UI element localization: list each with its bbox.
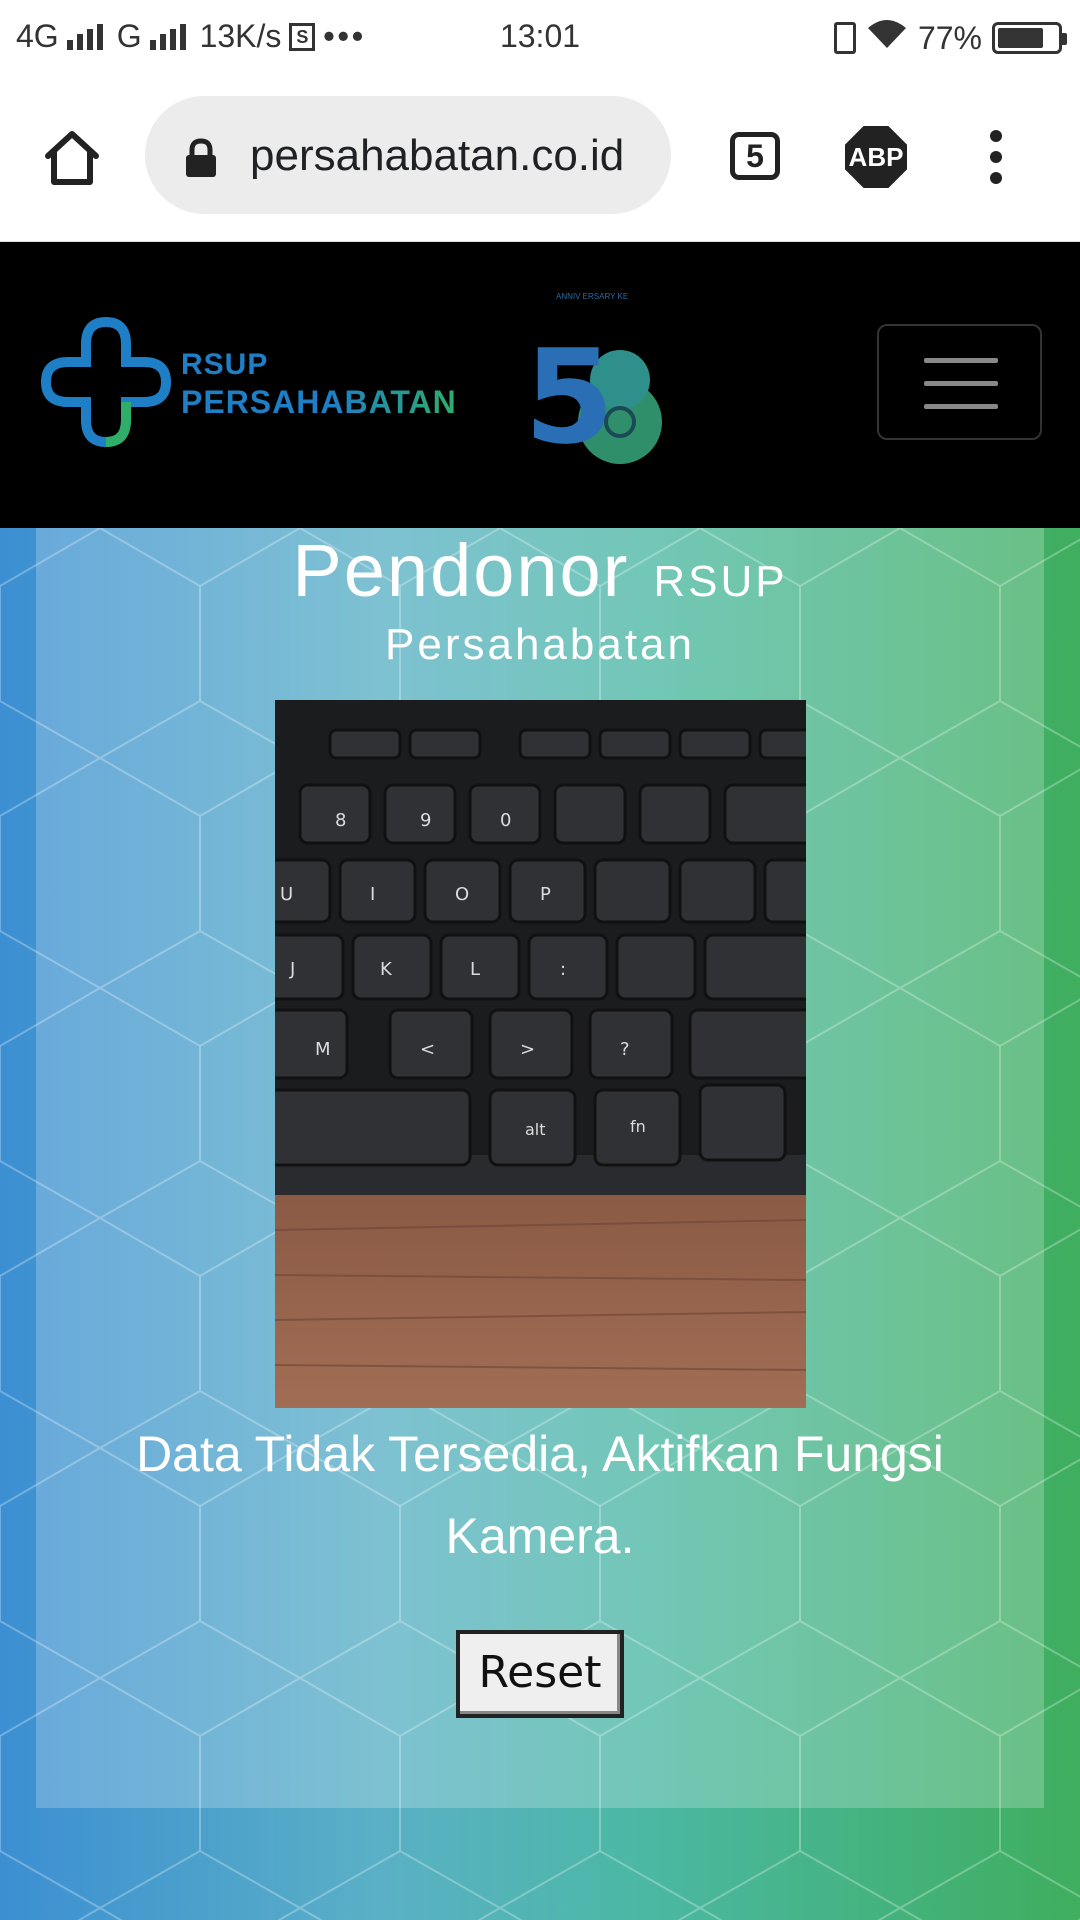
logo-text-persahabatan: PERSAHABATAN bbox=[181, 384, 457, 420]
battery-fill bbox=[998, 28, 1043, 48]
svg-text:?: ? bbox=[620, 1039, 630, 1060]
svg-text::: : bbox=[560, 959, 566, 980]
overflow-menu-icon[interactable] bbox=[986, 130, 1006, 190]
svg-text:8: 8 bbox=[335, 810, 346, 831]
anniversary-58-icon: 5 bbox=[524, 321, 662, 473]
anniversary-badge: ANNIV ERSARY KE 5 bbox=[520, 292, 670, 482]
svg-text:L: L bbox=[470, 959, 480, 980]
svg-text:5: 5 bbox=[524, 321, 614, 473]
svg-text:M: M bbox=[315, 1039, 331, 1060]
title-main: Pendonor bbox=[292, 529, 630, 612]
battery-icon bbox=[992, 22, 1067, 54]
svg-text:O: O bbox=[455, 884, 469, 905]
svg-text:P: P bbox=[540, 884, 551, 905]
nav-menu-button[interactable] bbox=[877, 324, 1042, 440]
camera-status-message: Data Tidak Tersedia, Aktifkan Fungsi Kam… bbox=[136, 1426, 944, 1564]
address-bar[interactable]: persahabatan.co.id bbox=[145, 96, 671, 214]
title-sub: RSUP bbox=[653, 557, 788, 606]
svg-text:J: J bbox=[289, 959, 295, 980]
home-icon[interactable] bbox=[40, 126, 104, 190]
svg-text:0: 0 bbox=[500, 810, 511, 831]
svg-text:>: > bbox=[520, 1039, 535, 1060]
camera-preview: 8 9 0 U I O P J K L: M < >? alt fn bbox=[275, 700, 806, 1408]
browser-toolbar: persahabatan.co.id 5 ABP bbox=[0, 76, 1080, 242]
svg-text:U: U bbox=[280, 884, 293, 905]
status-bar: 4G G 13K/s S ••• 13:01 77% bbox=[0, 0, 1080, 76]
page-title: Pendonor RSUP bbox=[0, 528, 1080, 613]
battery-percent: 77% bbox=[917, 19, 982, 56]
reset-button[interactable]: Reset bbox=[456, 1630, 624, 1718]
svg-text:<: < bbox=[420, 1039, 435, 1060]
hospital-logo[interactable]: RSUP PERSAHABATAN bbox=[36, 314, 486, 454]
lock-icon bbox=[183, 138, 219, 178]
main-content: Pendonor RSUP Persahabatan 8 9 0 U I O P… bbox=[0, 528, 1080, 1920]
svg-text:fn: fn bbox=[630, 1117, 646, 1136]
wifi-icon bbox=[866, 18, 908, 58]
site-header: RSUP PERSAHABATAN ANNIV ERSARY KE 5 bbox=[0, 242, 1080, 528]
camera-feed-image: 8 9 0 U I O P J K L: M < >? alt fn bbox=[275, 700, 806, 1408]
svg-text:K: K bbox=[380, 959, 393, 980]
vibrate-icon bbox=[833, 22, 856, 54]
cross-logo-icon bbox=[40, 316, 172, 448]
url-text[interactable]: persahabatan.co.id bbox=[250, 126, 651, 186]
svg-text:I: I bbox=[370, 884, 375, 905]
title-line-2: Persahabatan bbox=[385, 620, 695, 669]
svg-text:9: 9 bbox=[420, 810, 431, 831]
tab-switcher-button[interactable]: 5 bbox=[730, 132, 780, 180]
status-right: 77% bbox=[833, 18, 1067, 58]
adblock-icon[interactable]: ABP bbox=[845, 126, 907, 188]
logo-text-rsup: RSUP bbox=[181, 348, 269, 381]
svg-text:alt: alt bbox=[525, 1120, 546, 1139]
